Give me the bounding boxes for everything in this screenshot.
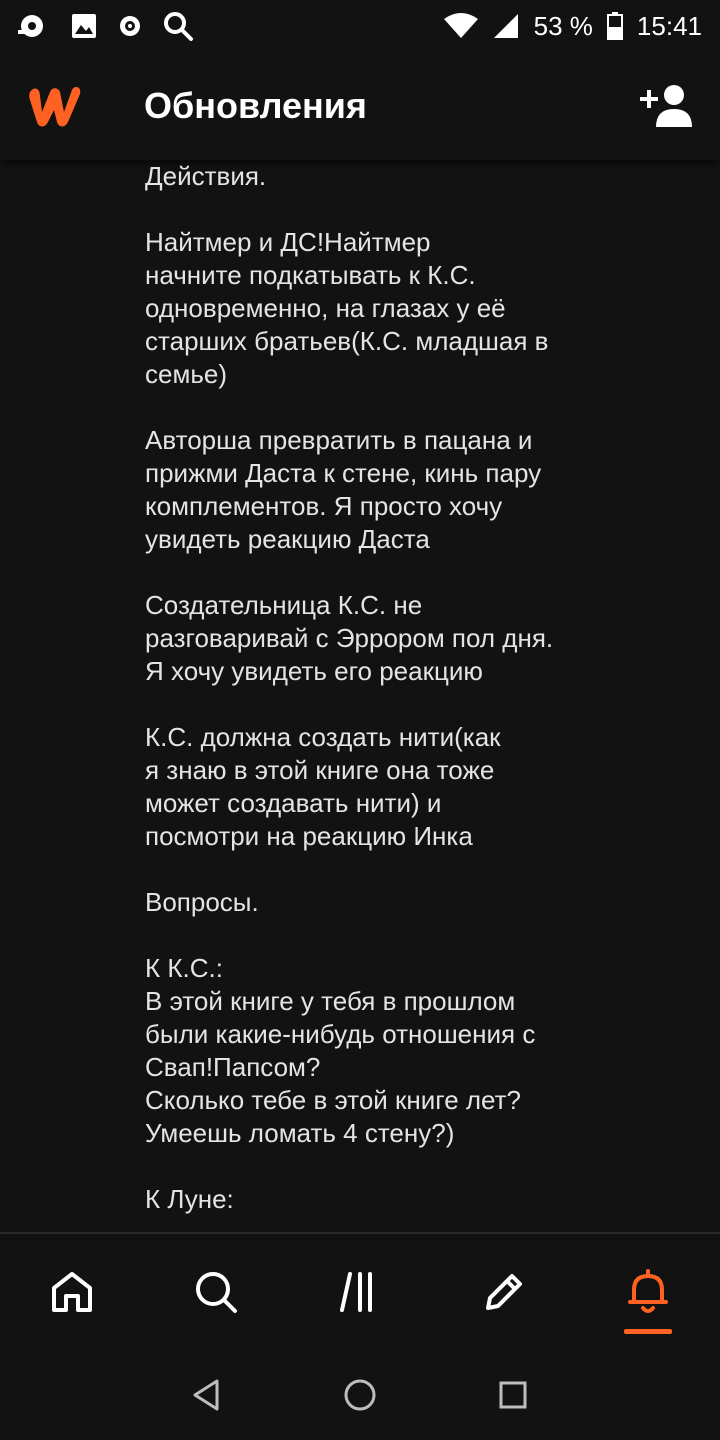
nav-write[interactable] bbox=[460, 1248, 548, 1336]
signal-icon bbox=[493, 14, 518, 38]
wattpad-logo[interactable] bbox=[24, 82, 88, 130]
library-icon bbox=[340, 1272, 372, 1312]
nav-library[interactable] bbox=[316, 1248, 404, 1336]
paragraph: Найтмер и ДС!Найтмер начните подкатывать… bbox=[145, 227, 549, 389]
paragraph: Вопросы. bbox=[145, 887, 259, 917]
add-user-icon[interactable] bbox=[640, 83, 696, 129]
paragraph: К Луне: bbox=[145, 1184, 234, 1214]
paragraph: Действия. bbox=[145, 161, 267, 191]
home-icon bbox=[52, 1272, 92, 1312]
paragraph: К.С. должна создать нити(как я знаю в эт… bbox=[145, 722, 501, 851]
battery-percent: 53 % bbox=[533, 10, 593, 41]
back-icon[interactable] bbox=[189, 1377, 225, 1413]
status-bar: 53 % 15:41 bbox=[0, 0, 720, 52]
paragraph: К К.С.: В этой книге у тебя в прошлом бы… bbox=[145, 953, 536, 1148]
status-right: 53 % 15:41 bbox=[443, 10, 702, 42]
page-title: Обновления bbox=[144, 85, 367, 126]
recents-icon[interactable] bbox=[495, 1377, 531, 1413]
home-circle-icon[interactable] bbox=[342, 1377, 378, 1413]
app-bar: Обновления bbox=[0, 52, 720, 160]
search-icon bbox=[164, 12, 193, 41]
write-icon bbox=[486, 1274, 522, 1310]
status-left bbox=[18, 10, 194, 42]
image-icon bbox=[72, 14, 96, 38]
nav-home[interactable] bbox=[28, 1248, 116, 1336]
cast-icon bbox=[18, 15, 43, 37]
message-content[interactable]: Действия. Найтмер и ДС!Найтмер начните п… bbox=[0, 160, 720, 1232]
paragraph: Создательница К.С. не разговаривай с Эрр… bbox=[145, 590, 554, 686]
bell-icon bbox=[628, 1269, 668, 1313]
bottom-nav bbox=[0, 1232, 720, 1350]
search-icon bbox=[196, 1272, 237, 1313]
paragraph: Авторша превратить в пацана и прижми Дас… bbox=[145, 425, 542, 554]
wifi-icon bbox=[443, 13, 478, 38]
active-tab-indicator bbox=[624, 1329, 672, 1334]
clock: 15:41 bbox=[636, 10, 702, 41]
nav-search[interactable] bbox=[172, 1248, 260, 1336]
nav-notifications[interactable] bbox=[604, 1248, 692, 1336]
record-icon bbox=[120, 16, 140, 36]
system-nav bbox=[0, 1350, 720, 1440]
battery-icon bbox=[606, 12, 623, 40]
